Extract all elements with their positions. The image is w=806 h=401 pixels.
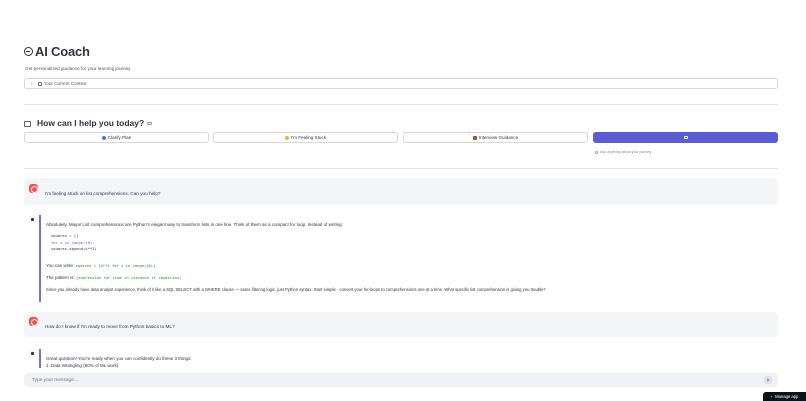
write-prefix: You can write:: [46, 263, 75, 268]
assistant-avatar: [29, 350, 36, 357]
chat-message-user: How do I know if I'm ready to move from …: [24, 312, 778, 337]
code-line: squares.append(x**2): [51, 246, 97, 251]
inline-code: [expression for item in iterable if cond…: [76, 275, 182, 280]
write-line: You can write: squares = [x**2 for x in …: [46, 263, 155, 268]
clarify-plan-label: Clarify Plan: [107, 135, 132, 140]
user-message-text: I'm feeling stuck on list comprehensions…: [45, 191, 161, 196]
input-hint: Ask anything about your journey: [595, 150, 651, 154]
feeling-stuck-label: I'm Feeling Stuck: [290, 135, 327, 140]
assistant-accent-bar: [39, 349, 41, 368]
help-title: How can I help you today?: [37, 118, 145, 128]
page-title: AI Coach: [24, 42, 90, 60]
clarify-plan-button[interactable]: Clarify Plan: [24, 132, 209, 143]
pattern-prefix: The pattern is:: [46, 275, 75, 280]
code-line: for x in range(10):: [51, 240, 95, 245]
pattern-line: The pattern is: [expression for item in …: [46, 275, 181, 280]
user-avatar: [29, 184, 38, 193]
chat-input-bar: [24, 373, 778, 387]
user-avatar: [29, 317, 38, 326]
chat-message-assistant: Absolutely, Maya! List comprehensions ar…: [24, 213, 778, 303]
code-line: squares = []: [51, 233, 79, 238]
coach-icon: [24, 46, 33, 56]
input-hint-text: Ask anything about your journey: [600, 150, 652, 154]
interview-guidance-button[interactable]: Interview Guidance: [403, 132, 588, 143]
assistant-intro: Great question! You're ready when you ca…: [46, 356, 192, 361]
assistant-avatar: [29, 216, 36, 223]
manage-app-label: Manage app: [775, 394, 799, 399]
interview-guidance-label: Interview Guidance: [478, 135, 519, 140]
thinking-face-icon: [284, 135, 289, 140]
chevron-left-icon: ‹: [770, 394, 773, 399]
manage-app-button[interactable]: ‹ Manage app: [763, 392, 806, 401]
context-expander-label: Your Current Context: [43, 81, 87, 86]
briefcase-icon: [472, 135, 477, 140]
page-subtitle: Get personalized guidance for your learn…: [25, 66, 131, 71]
send-button[interactable]: [764, 376, 772, 384]
info-icon: [595, 150, 598, 154]
inline-code: squares = [x**2 for x in range(10)]: [75, 263, 156, 268]
chat-bubble-icon: [24, 120, 32, 127]
chevron-right-icon: ›: [31, 80, 33, 87]
assistant-intro: Absolutely, Maya! List comprehensions ar…: [46, 222, 343, 227]
magnifier-icon: [101, 135, 106, 140]
page: AI Coach Get personalized guidance for y…: [0, 0, 806, 401]
speech-bubble-icon: [683, 136, 688, 139]
anchor-link-icon[interactable]: [147, 121, 153, 125]
assistant-accent-bar: [39, 215, 41, 302]
page-title-text: AI Coach: [35, 43, 90, 59]
user-message-text: How do I know if I'm ready to move from …: [45, 324, 175, 329]
help-header: How can I help you today?: [24, 117, 153, 129]
divider: [24, 104, 778, 105]
chat-primary-button[interactable]: [593, 132, 778, 143]
divider: [24, 168, 778, 169]
clipboard-icon: [37, 81, 42, 86]
assistant-outro: Since you already have data analyst expe…: [46, 287, 546, 292]
chat-message-assistant: Great question! You're ready when you ca…: [24, 347, 778, 368]
assistant-list-item: 1. Data Wrangling (90% of ML work): [46, 363, 119, 368]
chat-input[interactable]: [32, 377, 732, 383]
feeling-stuck-button[interactable]: I'm Feeling Stuck: [213, 132, 398, 143]
context-expander[interactable]: › Your Current Context: [24, 78, 778, 89]
chat-message-user: I'm feeling stuck on list comprehensions…: [24, 178, 778, 205]
